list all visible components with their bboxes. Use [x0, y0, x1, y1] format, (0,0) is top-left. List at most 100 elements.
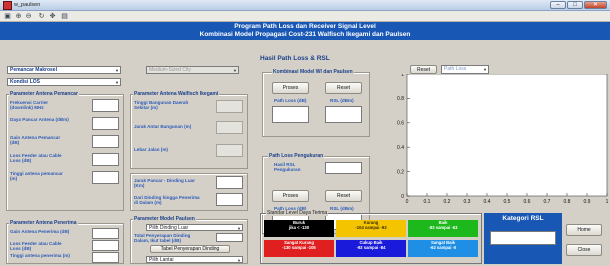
tx-wall-distance-input[interactable]	[216, 176, 243, 189]
meas-rsl-label: RSL (dBm)	[330, 206, 354, 211]
rotate-icon[interactable]: ↻	[37, 12, 46, 21]
walf-path-loss-output	[272, 106, 309, 123]
legend-cell: Kurang -104 sampai -93	[336, 220, 406, 237]
city-select: Medium-Sized City ▼	[146, 66, 239, 74]
x-tick-label: 0.4	[484, 199, 491, 205]
y-tick-label: 0.2	[397, 169, 404, 175]
walf-process-button[interactable]: Proses	[272, 82, 309, 94]
title-bar: w_paulsen – □ ✕	[0, 0, 610, 11]
maximize-button[interactable]: □	[567, 1, 583, 9]
carrier-frequency-input[interactable]	[92, 99, 119, 112]
tx-gain-input[interactable]	[92, 135, 119, 148]
legend-cell-range: -62 sampai -0	[429, 244, 457, 250]
x-tick-label: 0.5	[504, 199, 511, 205]
building-height-input[interactable]	[216, 100, 243, 113]
x-tick-label: 0.8	[564, 199, 571, 205]
y-tick-label: 0	[401, 194, 404, 200]
building-spacing-label: Jarak Antar Bangunan (m)	[134, 124, 192, 129]
walf-rsl-output	[325, 106, 362, 123]
minimize-button[interactable]: –	[550, 1, 566, 9]
wall-absorption-label: Total Penyerapan Dinding Dalam, Ikut tab…	[134, 233, 191, 243]
x-tick-label: 0.6	[524, 199, 531, 205]
x-tick-label: 0.9	[584, 199, 591, 205]
y-tick-label: 0.6	[397, 121, 404, 127]
folder-open-icon[interactable]: ▣	[3, 12, 12, 21]
data-cursor-icon[interactable]: ✥	[48, 12, 57, 21]
rx-height-label: Tinggi antena penerima (m)	[10, 253, 70, 258]
rx-gain-label: Gain Antena Penerima (dB)	[10, 229, 70, 234]
legend-cell: Sangat Baik -62 sampai -0	[408, 240, 478, 257]
rx-panel-title: Parameter Antena Penerima	[9, 220, 78, 226]
plot-reset-button[interactable]: Reset	[410, 65, 437, 74]
close-button[interactable]: Close	[566, 244, 602, 256]
toolbar: ▣ ⊕ ⊖ ↻ ✥ ▤	[0, 11, 610, 22]
legend-cell-range: jika < -130	[288, 224, 310, 230]
result-chart: 0 0.2 0.4 0.6 0.8 1 0 0.1 0.2 0.3 0.4 0.5 0.6 0.7 0.8…	[397, 74, 609, 205]
x-tick-label: 0.1	[424, 199, 431, 205]
legend-cell-range: -92 sampai -84	[356, 244, 386, 250]
category-output	[490, 231, 556, 245]
street-width-input[interactable]	[216, 144, 243, 157]
results-title: Hasil Path Loss & RSL	[260, 55, 330, 62]
legend-cell-range: -83 sampai -63	[428, 224, 458, 230]
wall-absorption-input[interactable]	[216, 233, 243, 242]
wall-rx-distance-input[interactable]	[216, 193, 243, 206]
legend-cell-range: -104 sampai -93	[355, 224, 387, 230]
rx-feeder-loss-label: Loss Feeder atau Cable Loss (dB)	[10, 241, 62, 251]
tx-power-input[interactable]	[92, 117, 119, 130]
legend-cell: Baik -83 sampai -63	[408, 220, 478, 237]
measured-rsl-input[interactable]	[325, 162, 362, 174]
tx-wall-distance-label: Jarak Pancar - Dinding Luar (Km)	[134, 178, 196, 188]
legend-cell: Cukup Baik -92 sampai -84	[336, 240, 406, 257]
chart-plot-area	[406, 74, 608, 197]
tx-panel-title: Parameter Antena Pemancar	[9, 91, 79, 97]
legend-cell-range: -130 sampai -105	[282, 244, 316, 250]
area-select[interactable]: Pemancar Makrosel ▼	[7, 66, 121, 74]
carrier-frequency-label: Frekuensi Carrier (downlink) MHz	[10, 100, 49, 110]
header-banner: Program Path Loss dan Receiver Signal Le…	[0, 22, 610, 40]
window-title: w_paulsen	[14, 2, 41, 8]
rx-feeder-loss-input[interactable]	[92, 240, 119, 251]
legend-cell: Sangat Kurang -130 sampai -105	[264, 240, 334, 257]
walf-reset-button[interactable]: Reset	[325, 82, 362, 94]
tx-feeder-loss-input[interactable]	[92, 153, 119, 166]
tx-power-label: Daya Pancar Antena (dBm)	[10, 117, 69, 122]
close-window-button[interactable]: ✕	[584, 1, 607, 9]
meas-reset-button[interactable]: Reset	[325, 190, 362, 202]
outer-wall-select[interactable]: Pilih Dinding Luar ▼	[146, 224, 243, 231]
measurement-title: Path Loss Pengukuran	[268, 153, 325, 159]
x-tick-label: 0.3	[464, 199, 471, 205]
measured-rsl-label: Hasil RSL Pengukuran	[274, 162, 301, 172]
tx-gain-label: Gain Antena Pemancar (dB)	[10, 135, 61, 145]
zoom-out-icon[interactable]: ⊖	[24, 12, 33, 21]
walf-path-loss-label: Path Loss (dB)	[274, 98, 307, 103]
walfisch-panel-title: Parameter Antena Walfisch Ikegami	[133, 91, 220, 97]
y-tick-label: 0.4	[397, 145, 404, 151]
zoom-in-icon[interactable]: ⊕	[14, 12, 23, 21]
plot-type-select[interactable]: Path Loss ▼	[441, 65, 489, 74]
meas-process-button[interactable]: Proses	[272, 190, 309, 202]
rx-height-input[interactable]	[92, 252, 119, 263]
legend-icon[interactable]: ▤	[60, 12, 69, 21]
building-spacing-input[interactable]	[216, 121, 243, 134]
paulsen-panel-title: Parameter Model Paulsen	[133, 216, 196, 222]
walf-rsl-label: RSL (dBm)	[330, 98, 354, 103]
floor-select[interactable]: Pilih Lantai ▼	[146, 256, 243, 263]
x-tick-label: 0	[406, 199, 409, 205]
app-icon	[3, 1, 12, 10]
x-tick-label: 0.7	[544, 199, 551, 205]
tx-height-label: Tinggi antena pemancar (m)	[10, 171, 63, 181]
tx-feeder-loss-label: Loss Feeder atau Cable Loss (dB)	[10, 153, 62, 163]
los-select[interactable]: Kondisi LOS ▼	[7, 78, 121, 86]
walfisch-paulsen-title: Kombinasi Model WI dan Paulsen	[272, 69, 354, 75]
category-title: Kategori RSL	[502, 215, 544, 222]
banner-title: Program Path Loss dan Receiver Signal Le…	[234, 23, 376, 30]
rx-gain-input[interactable]	[92, 228, 119, 239]
wall-rx-distance-label: Dari Dinding hingga Penerima di Dalam (m…	[134, 195, 200, 205]
building-height-label: Tinggi Bangunan Daerah Sekitar (m)	[134, 100, 189, 110]
tx-height-input[interactable]	[92, 171, 119, 184]
absorption-table-button[interactable]: Tabel Penyerapan Dinding	[150, 245, 230, 253]
home-button[interactable]: Home	[566, 224, 602, 236]
street-width-label: Lebar Jalan (m)	[134, 147, 168, 152]
banner-subtitle: Kombinasi Model Propagasi Cost-231 Walfi…	[199, 31, 411, 38]
